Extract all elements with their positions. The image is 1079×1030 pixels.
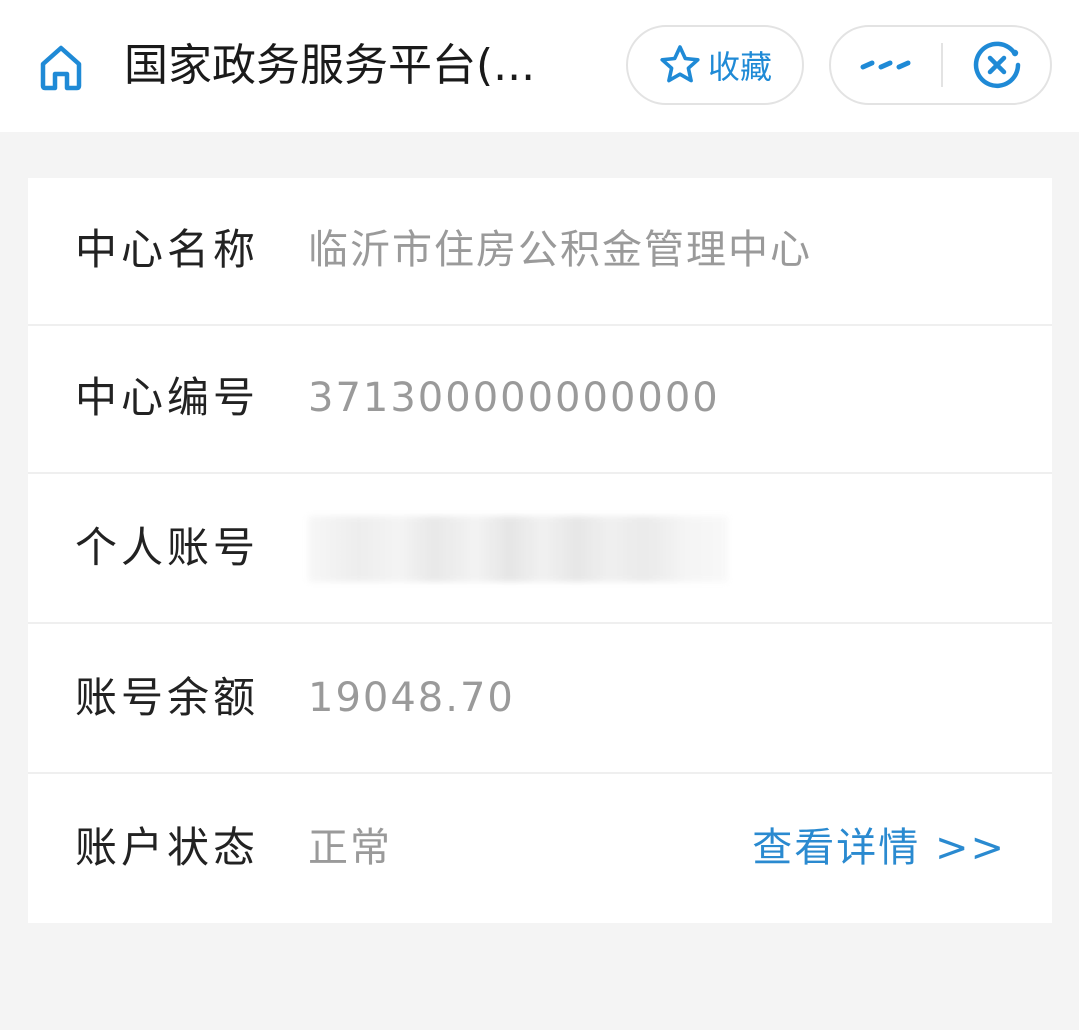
close-button[interactable] [943,27,1051,103]
account-status-value: 正常 [308,825,392,871]
home-icon [40,45,82,91]
favorite-label: 收藏 [707,48,772,86]
more-button[interactable] [831,27,941,103]
center-number-label: 中心编号 [75,373,260,422]
row-center-name: 中心名称 临沂市住房公积金管理中心 [28,178,1052,326]
row-center-number: 中心编号 371300000000000 [28,326,1052,474]
star-icon [660,45,700,83]
more-dots-icon [860,60,911,70]
mini-program-capsule [829,25,1052,105]
account-status-label: 账户状态 [75,823,260,872]
top-bar: 国家政务服务平台(... 收藏 [0,0,1079,132]
center-number-value: 371300000000000 [308,375,720,421]
row-personal-account: 个人账号 [28,476,1052,624]
row-account-balance: 账号余额 19048.70 [28,626,1052,774]
row-account-status: 账户状态 正常 查看详情 >> [28,776,1052,924]
account-balance-label: 账号余额 [75,673,260,722]
center-name-label: 中心名称 [75,225,260,274]
account-balance-value: 19048.70 [308,675,515,721]
center-name-value: 临沂市住房公积金管理中心 [308,227,812,273]
favorite-button[interactable]: 收藏 [626,25,804,105]
account-info-card: 中心名称 临沂市住房公积金管理中心 中心编号 371300000000000 个… [28,178,1052,923]
close-circle-icon [973,41,1021,89]
personal-account-value-redacted [308,516,728,582]
home-button[interactable] [34,40,88,94]
view-details-link[interactable]: 查看详情 >> [752,820,1006,876]
app-title: 国家政务服务平台(... [124,40,536,91]
personal-account-label: 个人账号 [75,523,260,572]
